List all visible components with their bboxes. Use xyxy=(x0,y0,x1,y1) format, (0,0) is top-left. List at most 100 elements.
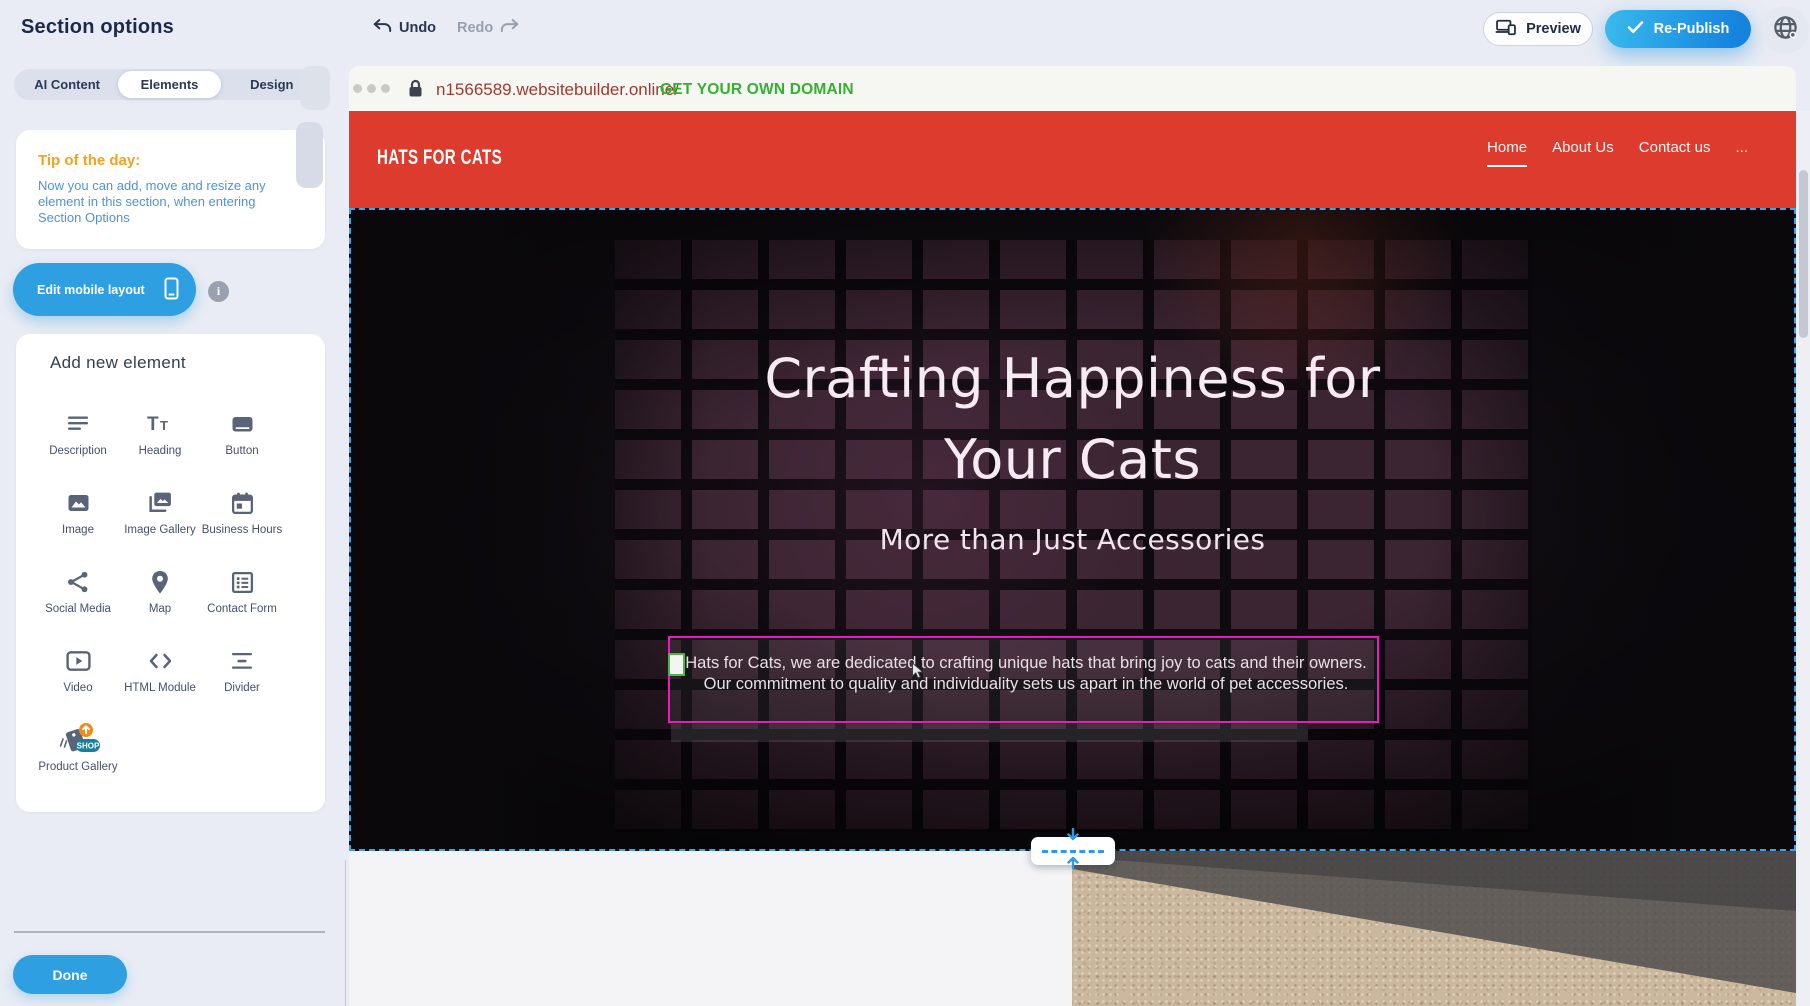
element-tile-product-gallery[interactable]: SHOP Product Gallery xyxy=(37,719,119,798)
description-icon xyxy=(65,409,91,439)
site-header: HATS FOR CATS Home About Us Contact us... xyxy=(349,111,1796,208)
selected-paragraph-element[interactable]: Hats for Cats, we are dedicated to craft… xyxy=(668,636,1379,723)
section-resize-handle[interactable] xyxy=(1031,837,1115,865)
element-tile-label: Image xyxy=(62,524,94,537)
element-tile-label: Divider xyxy=(224,682,260,695)
undo-icon xyxy=(372,18,392,38)
window-dot xyxy=(353,84,362,93)
tip-body: Now you can add, move and resize any ele… xyxy=(38,178,296,226)
element-tile-button[interactable]: Button xyxy=(201,403,283,482)
sidebar-divider xyxy=(14,931,325,933)
republish-button[interactable]: Re-Publish xyxy=(1605,10,1751,48)
video-icon xyxy=(65,646,92,676)
element-tile-social-media[interactable]: Social Media xyxy=(37,561,119,640)
element-tile-label: Heading xyxy=(139,445,182,458)
redo-button[interactable]: Redo xyxy=(457,18,520,38)
next-section-image xyxy=(1072,851,1796,1006)
image-gallery-icon xyxy=(147,488,173,518)
site-logo[interactable]: HATS FOR CATS xyxy=(377,146,502,170)
element-tile-label: Product Gallery xyxy=(38,761,117,774)
sidebar-tabs: AI ContentElementsDesign xyxy=(14,69,325,100)
pavement-shadow xyxy=(1072,851,1796,1006)
site-nav: Home About Us Contact us... xyxy=(1487,139,1748,156)
sidebar-scrollbar-track[interactable] xyxy=(345,860,346,1006)
contact-form-icon xyxy=(230,567,255,597)
element-tile-label: HTML Module xyxy=(124,682,196,695)
button-icon xyxy=(229,409,256,439)
svg-text:T: T xyxy=(147,414,159,435)
element-tile-label: Video xyxy=(63,682,92,695)
svg-text:T: T xyxy=(160,418,168,433)
element-tile-label: Business Hours xyxy=(202,524,283,537)
element-tile-heading[interactable]: TT Heading xyxy=(119,403,201,482)
window-dot xyxy=(381,84,390,93)
page-title: Section options xyxy=(21,16,174,39)
check-icon xyxy=(1627,20,1644,38)
product-gallery-icon: SHOP xyxy=(56,725,100,755)
background-panel-edge xyxy=(296,122,323,188)
background-panel-edge xyxy=(300,66,330,110)
add-new-element-panel: Add new element Description TT Heading Butt… xyxy=(16,334,325,812)
element-tile-image-gallery[interactable]: Image Gallery xyxy=(119,482,201,561)
divider-icon xyxy=(229,646,255,676)
get-domain-link[interactable]: GET YOUR OWN DOMAIN xyxy=(660,81,854,99)
element-shadow-strip xyxy=(671,724,1308,742)
element-tile-description[interactable]: Description xyxy=(37,403,119,482)
window-dot xyxy=(367,84,376,93)
element-tile-label: Map xyxy=(149,603,171,616)
nav-item-contact-us[interactable]: Contact us xyxy=(1639,139,1711,156)
element-tile-label: Contact Form xyxy=(207,603,277,616)
globe-icon xyxy=(1772,14,1799,46)
element-tile-business-hours[interactable]: Business Hours xyxy=(201,482,283,561)
element-tile-label: Image Gallery xyxy=(124,524,196,537)
devices-icon xyxy=(1495,19,1517,40)
hero-section-selected[interactable]: Crafting Happiness for Your Cats More th… xyxy=(349,208,1796,851)
element-tile-map[interactable]: Map xyxy=(119,561,201,640)
tab-ai-content[interactable]: AI Content xyxy=(16,71,118,98)
element-tile-video[interactable]: Video xyxy=(37,640,119,719)
element-tile-image[interactable]: Image xyxy=(37,482,119,561)
info-button[interactable]: i xyxy=(208,281,229,302)
business-hours-icon xyxy=(230,488,255,518)
element-tile-divider[interactable]: Divider xyxy=(201,640,283,719)
website-builder-app: Section options Undo Redo Preview Re-Pub… xyxy=(0,0,1810,1006)
social-media-icon xyxy=(65,567,91,597)
map-icon xyxy=(148,567,172,597)
element-tile-label: Description xyxy=(49,445,107,458)
html-module-icon xyxy=(147,646,174,676)
element-tile-label: Social Media xyxy=(45,603,111,616)
nav-item-about-us[interactable]: About Us xyxy=(1552,139,1614,156)
hero-paragraph: Hats for Cats, we are dedicated to craft… xyxy=(684,653,1368,695)
phone-icon xyxy=(164,277,179,303)
info-icon: i xyxy=(217,284,220,299)
nav-item-home[interactable]: Home xyxy=(1487,139,1527,156)
drag-handle[interactable] xyxy=(668,653,685,676)
element-tile-label: Button xyxy=(225,445,258,458)
site-url[interactable]: n1566589.websitebuilder.online/ xyxy=(436,80,679,100)
hero-subheading[interactable]: More than Just Accessories xyxy=(351,523,1794,556)
preview-button[interactable]: Preview xyxy=(1483,12,1593,46)
lock-icon xyxy=(408,79,423,103)
done-button[interactable]: Done xyxy=(13,955,127,994)
arrow-up-icon xyxy=(1065,853,1081,874)
edit-mobile-layout-button[interactable]: Edit mobile layout xyxy=(13,263,196,316)
arrow-down-icon xyxy=(1065,828,1081,849)
element-tile-grid: Description TT Heading Button Image Image Gal… xyxy=(37,403,283,798)
svg-text:SHOP: SHOP xyxy=(77,742,100,751)
element-tile-html-module[interactable]: HTML Module xyxy=(119,640,201,719)
hero-heading[interactable]: Crafting Happiness for Your Cats xyxy=(351,338,1794,500)
undo-button[interactable]: Undo xyxy=(372,18,436,38)
language-globe-button[interactable] xyxy=(1761,6,1809,54)
next-section-background xyxy=(349,851,1072,1006)
mouse-cursor xyxy=(911,662,925,685)
heading-icon: TT xyxy=(146,409,174,439)
preview-scrollbar-thumb[interactable] xyxy=(1799,170,1808,338)
tip-of-the-day-card: Tip of the day: Now you can add, move an… xyxy=(16,130,325,249)
image-icon xyxy=(66,488,91,518)
nav-item-more[interactable]: ... xyxy=(1735,139,1748,156)
add-element-title: Add new element xyxy=(50,353,186,373)
tip-title: Tip of the day: xyxy=(38,152,303,169)
tab-elements[interactable]: Elements xyxy=(118,71,220,98)
element-tile-contact-form[interactable]: Contact Form xyxy=(201,561,283,640)
redo-icon xyxy=(500,18,520,38)
